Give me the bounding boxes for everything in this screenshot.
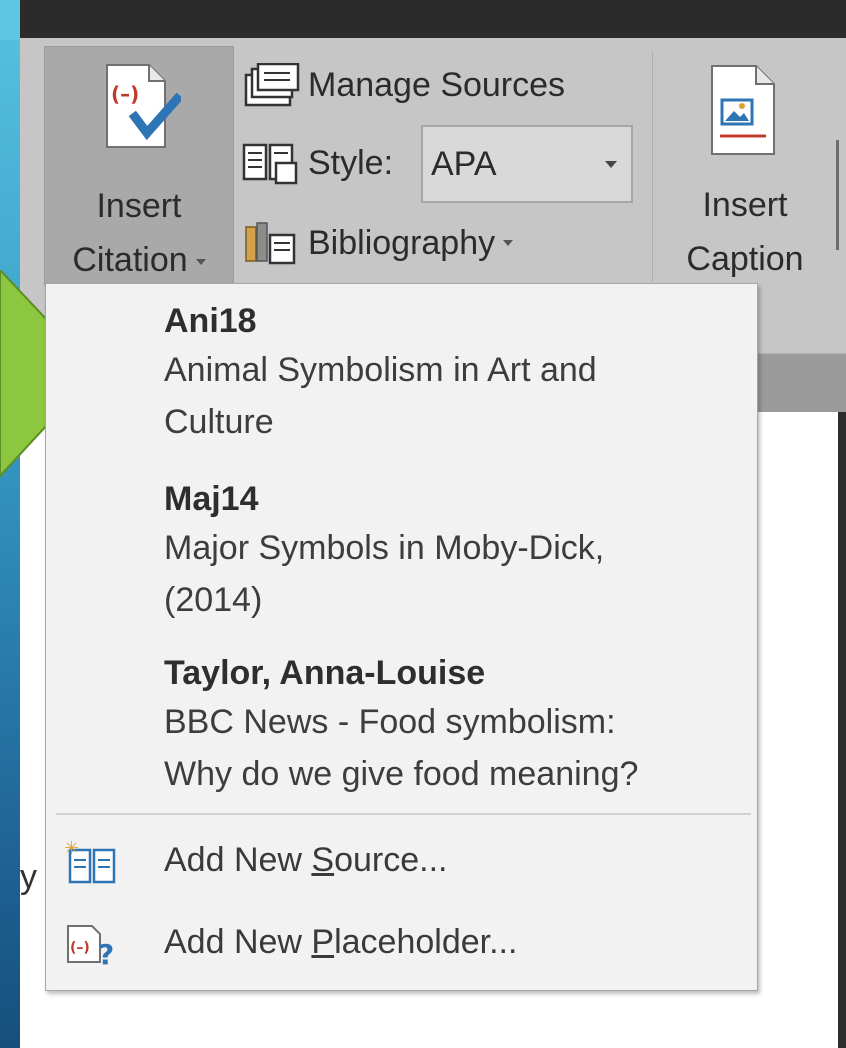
insert-citation-icon: (–) <box>106 64 181 148</box>
svg-text:✳: ✳ <box>64 840 79 859</box>
style-icon <box>242 143 298 185</box>
manage-sources-label: Manage Sources <box>308 65 566 104</box>
source-title-line: Why do we give food meaning? <box>164 755 639 793</box>
bibliography-button[interactable]: Bibliography <box>242 218 514 268</box>
bibliography-icon <box>245 222 296 265</box>
insert-caption-button[interactable]: Insert Caption <box>670 46 820 286</box>
svg-text:(–): (–) <box>111 82 139 106</box>
add-new-source-button[interactable]: ✳ Add New Source... <box>46 826 757 894</box>
source-title-line: (2014) <box>164 581 263 619</box>
style-select[interactable]: APA <box>421 125 633 203</box>
ribbon-separator <box>836 140 839 250</box>
manage-sources-icon <box>244 63 300 107</box>
source-tag: Taylor, Anna-Louise <box>164 654 486 692</box>
add-new-source-label: Add New Source... <box>164 840 448 879</box>
source-item-taylor[interactable]: Taylor, Anna-Louise BBC News - Food symb… <box>164 650 744 800</box>
svg-text:(–): (–) <box>70 940 90 956</box>
style-value: APA <box>431 144 497 183</box>
chevron-down-icon <box>195 259 206 266</box>
source-title-line: BBC News - Food symbolism: <box>164 703 616 741</box>
document-scroll-edge <box>838 412 846 1048</box>
manage-sources-button[interactable]: Manage Sources <box>242 60 565 110</box>
insert-caption-label-line1: Insert <box>702 186 788 224</box>
insert-caption-label-line2: Caption <box>686 240 804 278</box>
title-bar <box>20 0 846 38</box>
ribbon-separator <box>652 52 653 282</box>
insert-citation-label-line1: Insert <box>96 187 182 225</box>
chevron-down-icon <box>605 161 617 168</box>
add-source-icon: ✳ <box>64 840 116 884</box>
document-text: y <box>20 858 37 896</box>
source-item-ani18[interactable]: Ani18 Animal Symbolism in Art and Cultur… <box>164 298 744 448</box>
insert-citation-menu: Ani18 Animal Symbolism in Art and Cultur… <box>45 283 758 991</box>
source-tag: Ani18 <box>164 302 257 340</box>
chevron-down-icon <box>503 240 514 246</box>
add-new-placeholder-button[interactable]: (–) ? Add New Placeholder... <box>46 908 757 976</box>
source-title-line: Animal Symbolism in Art and <box>164 351 597 389</box>
source-tag: Maj14 <box>164 480 259 518</box>
menu-divider <box>56 813 751 815</box>
add-new-placeholder-label: Add New Placeholder... <box>164 922 518 961</box>
source-title-line: Culture <box>164 403 274 441</box>
style-label-group: Style: <box>242 138 393 188</box>
insert-caption-icon <box>711 65 775 155</box>
svg-text:?: ? <box>98 938 114 966</box>
source-title-line: Major Symbols in Moby-Dick, <box>164 529 605 567</box>
source-item-maj14[interactable]: Maj14 Major Symbols in Moby-Dick, (2014) <box>164 476 744 626</box>
bibliography-label: Bibliography <box>308 223 496 262</box>
add-placeholder-icon: (–) ? <box>67 925 114 966</box>
style-label: Style: <box>308 143 394 182</box>
insert-citation-button[interactable]: (–) Insert Citation <box>44 46 234 286</box>
